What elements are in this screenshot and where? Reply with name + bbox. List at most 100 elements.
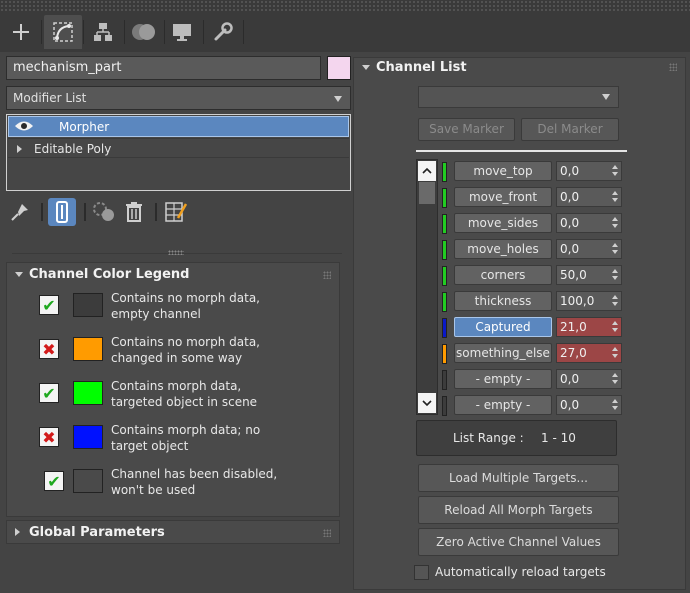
channel-name-button[interactable]: move_top (454, 161, 552, 181)
channel-row: - empty - 0,0 (442, 369, 622, 391)
legend-line1: Contains morph data; no (111, 423, 261, 437)
spinner-arrows-icon[interactable] (612, 217, 619, 230)
list-range-label: List Range : (453, 431, 524, 445)
spinner-arrows-icon[interactable] (612, 347, 619, 360)
legend-rollout-header[interactable]: Channel Color Legend (7, 263, 339, 287)
display-monitor-icon (173, 24, 191, 41)
expand-arrow-icon[interactable] (17, 145, 22, 153)
resize-grip[interactable] (168, 250, 184, 255)
legend-color-swatch (73, 337, 103, 361)
channel-name-button[interactable]: - empty - (454, 369, 552, 389)
rollout-grip-icon[interactable] (323, 529, 331, 537)
configure-sets-icon (165, 202, 188, 222)
global-parameters-title: Global Parameters (29, 525, 165, 540)
stack-item-morpher[interactable]: Morpher (8, 116, 349, 137)
spinner-arrows-icon[interactable] (612, 165, 619, 178)
pin-stack-button[interactable] (6, 198, 34, 226)
tab-separator (41, 20, 42, 44)
separator-line (416, 150, 627, 152)
channel-color-indicator (442, 344, 447, 364)
channel-value-spinner[interactable]: 0,0 (556, 239, 622, 259)
channel-value: 0,0 (560, 372, 580, 386)
del-marker-button[interactable]: Del Marker (521, 118, 619, 141)
channel-value-spinner[interactable]: 21,0 (556, 317, 622, 337)
collapse-arrow-icon[interactable] (362, 65, 370, 70)
spinner-arrows-icon[interactable] (612, 295, 619, 308)
channel-color-indicator (442, 188, 447, 208)
trash-icon (126, 202, 142, 222)
tab-modify[interactable] (44, 15, 82, 49)
tab-motion[interactable] (125, 15, 163, 49)
make-unique-button[interactable] (90, 198, 118, 226)
red-x-icon: ✖ (39, 427, 59, 447)
auto-reload-checkbox[interactable] (414, 565, 429, 580)
show-end-result-button[interactable] (48, 198, 76, 226)
channel-value-spinner[interactable]: 0,0 (556, 187, 622, 207)
object-color-swatch[interactable] (327, 56, 351, 80)
collapse-arrow-icon[interactable] (15, 272, 23, 277)
marker-dropdown[interactable] (418, 86, 619, 108)
channel-color-indicator (442, 370, 447, 390)
channel-value: 21,0 (560, 320, 587, 334)
spinner-arrows-icon[interactable] (612, 243, 619, 256)
channel-name-button[interactable]: move_sides (454, 213, 552, 233)
channel-name-button[interactable]: - empty - (454, 395, 552, 415)
hierarchy-icon (94, 23, 112, 41)
global-parameters-rollout-header[interactable]: Global Parameters (6, 520, 340, 544)
expand-arrow-icon[interactable] (15, 528, 20, 536)
legend-description: Contains morph data, targeted object in s… (111, 378, 331, 410)
channel-value: 0,0 (560, 164, 580, 178)
legend-row: ✔ Channel has been disabled, won't be used (7, 467, 339, 511)
tab-display[interactable] (163, 15, 201, 49)
rollout-grip-icon[interactable] (323, 271, 331, 279)
eye-icon[interactable] (14, 119, 34, 133)
tab-utilities[interactable] (204, 15, 242, 49)
chevron-down-icon (602, 94, 610, 100)
zero-active-channel-values-button[interactable]: Zero Active Channel Values (418, 528, 619, 556)
load-multiple-targets-button[interactable]: Load Multiple Targets... (418, 464, 619, 492)
channel-value-spinner[interactable]: 0,0 (556, 213, 622, 233)
remove-modifier-button[interactable] (120, 198, 148, 226)
channel-name-button[interactable]: thickness (454, 291, 552, 311)
channel-value: 100,0 (560, 294, 595, 308)
channel-color-indicator (442, 318, 447, 338)
save-marker-button[interactable]: Save Marker (418, 118, 515, 141)
spinner-arrows-icon[interactable] (612, 191, 619, 204)
channel-name-button[interactable]: something_else (454, 343, 552, 363)
channel-value-spinner[interactable]: 27,0 (556, 343, 622, 363)
scroll-down-button[interactable] (418, 393, 436, 413)
green-check-icon: ✔ (44, 471, 64, 491)
channel-name-button[interactable]: corners (454, 265, 552, 285)
channel-list-header[interactable]: Channel List (354, 58, 685, 80)
legend-line1: Contains no morph data, (111, 291, 260, 305)
spinner-arrows-icon[interactable] (612, 269, 619, 282)
configure-modifier-sets-button[interactable] (162, 198, 190, 226)
channel-name-button[interactable]: move_front (454, 187, 552, 207)
channel-value-spinner[interactable]: 0,0 (556, 369, 622, 389)
legend-line1: Channel has been disabled, (111, 467, 278, 481)
spinner-arrows-icon[interactable] (612, 399, 619, 412)
channel-value-spinner[interactable]: 100,0 (556, 291, 622, 311)
spinner-arrows-icon[interactable] (612, 321, 619, 334)
spinner-arrows-icon[interactable] (612, 373, 619, 386)
scroll-thumb[interactable] (419, 182, 435, 204)
channel-name-button[interactable]: Captured (454, 317, 552, 337)
legend-color-swatch (73, 293, 103, 317)
stack-item-editable-poly[interactable]: Editable Poly (8, 138, 349, 158)
rollout-grip-icon[interactable] (669, 63, 677, 71)
reload-all-morph-targets-button[interactable]: Reload All Morph Targets (418, 496, 619, 524)
channel-value: 0,0 (560, 398, 580, 412)
channel-color-indicator (442, 292, 447, 312)
channel-scrollbar[interactable] (416, 159, 438, 415)
object-name-field[interactable]: mechanism_part (6, 56, 321, 80)
channel-value-spinner[interactable]: 0,0 (556, 161, 622, 181)
chevron-down-icon (422, 400, 432, 407)
modifier-list-dropdown[interactable]: Modifier List (6, 86, 351, 110)
tab-create[interactable] (2, 15, 40, 49)
channel-value-spinner[interactable]: 0,0 (556, 395, 622, 415)
scroll-up-button[interactable] (418, 161, 436, 181)
channel-name-button[interactable]: move_holes (454, 239, 552, 259)
channel-value-spinner[interactable]: 50,0 (556, 265, 622, 285)
show-end-result-icon (56, 201, 68, 223)
tab-hierarchy[interactable] (84, 15, 122, 49)
